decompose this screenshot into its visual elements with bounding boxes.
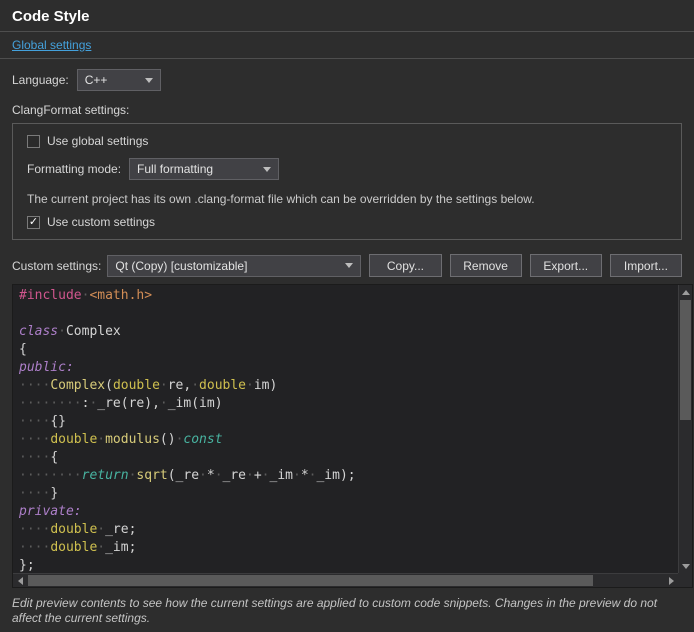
global-settings-link[interactable]: Global settings	[12, 38, 91, 52]
formatting-mode-label: Formatting mode:	[27, 162, 121, 176]
checkbox-unchecked-icon	[27, 135, 40, 148]
clangformat-groupbox: Use global settings Formatting mode: Ful…	[12, 123, 682, 240]
formatting-mode-selected-value: Full formatting	[137, 162, 257, 176]
triangle-down-icon	[682, 564, 690, 569]
scrollbar-corner	[678, 573, 692, 587]
vertical-scrollbar[interactable]	[678, 285, 692, 573]
page-title: Code Style	[12, 8, 682, 26]
language-row: Language: C++	[12, 69, 682, 91]
export-button[interactable]: Export...	[530, 254, 602, 277]
horizontal-scrollbar[interactable]	[13, 573, 678, 587]
chevron-down-icon	[145, 78, 153, 83]
custom-settings-label: Custom settings:	[12, 259, 101, 273]
check-icon: ✓	[29, 217, 38, 228]
vertical-scrollbar-thumb[interactable]	[680, 300, 691, 420]
copy-button[interactable]: Copy...	[369, 254, 441, 277]
scroll-right-icon[interactable]	[664, 574, 678, 588]
formatting-mode-select[interactable]: Full formatting	[129, 158, 279, 180]
code-editor-content[interactable]: #include·<math.h> class·Complex{public:·…	[13, 285, 678, 573]
use-global-settings-checkbox[interactable]: Use global settings	[27, 134, 667, 148]
custom-settings-selected-value: Qt (Copy) [customizable]	[115, 259, 339, 273]
clang-format-note: The current project has its own .clang-f…	[27, 192, 667, 206]
language-selected-value: C++	[85, 73, 139, 87]
use-global-settings-label: Use global settings	[47, 134, 148, 148]
language-label: Language:	[12, 73, 69, 87]
divider	[0, 58, 694, 59]
scroll-down-icon[interactable]	[679, 559, 693, 573]
chevron-down-icon	[263, 167, 271, 172]
triangle-right-icon	[669, 577, 674, 585]
code-preview-editor[interactable]: #include·<math.h> class·Complex{public:·…	[12, 284, 693, 588]
clangformat-section-label: ClangFormat settings:	[12, 103, 682, 117]
remove-button[interactable]: Remove	[450, 254, 522, 277]
formatting-mode-row: Formatting mode: Full formatting	[27, 158, 667, 180]
language-select[interactable]: C++	[77, 69, 161, 91]
use-custom-settings-checkbox[interactable]: ✓ Use custom settings	[27, 215, 667, 229]
custom-settings-select[interactable]: Qt (Copy) [customizable]	[107, 255, 361, 277]
horizontal-scrollbar-thumb[interactable]	[28, 575, 593, 586]
custom-settings-row: Custom settings: Qt (Copy) [customizable…	[12, 254, 682, 277]
scroll-up-icon[interactable]	[679, 285, 693, 299]
scroll-left-icon[interactable]	[13, 574, 27, 588]
chevron-down-icon	[345, 263, 353, 268]
footer-note: Edit preview contents to see how the cur…	[12, 596, 682, 626]
use-custom-settings-label: Use custom settings	[47, 215, 155, 229]
triangle-left-icon	[18, 577, 23, 585]
triangle-up-icon	[682, 290, 690, 295]
code-style-settings-page: Code Style Global settings Language: C++…	[0, 0, 694, 626]
checkbox-checked-icon: ✓	[27, 216, 40, 229]
import-button[interactable]: Import...	[610, 254, 682, 277]
divider	[0, 31, 694, 32]
